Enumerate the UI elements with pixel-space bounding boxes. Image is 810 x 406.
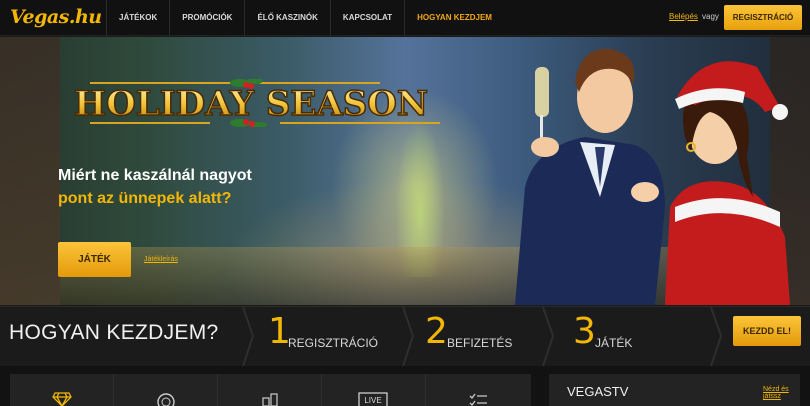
- hero-characters-illustration: [515, 48, 790, 305]
- vegastv-panel: VEGASTV Nézd és játssz: [549, 374, 800, 406]
- step-deposit: 2 BEFIZETÉS: [425, 311, 545, 361]
- register-button[interactable]: REGISZTRÁCIÓ: [724, 5, 802, 30]
- nav-item-contact[interactable]: KAPCSOLAT: [329, 0, 404, 36]
- step-label: BEFIZETÉS: [447, 336, 513, 350]
- site-logo[interactable]: Vegas.hu: [10, 6, 102, 28]
- nav-item-how-to-start[interactable]: HOGYAN KEZDJEM: [404, 0, 504, 36]
- main-menu: JÁTÉKOK PROMÓCIÓK ÉLŐ KASZINÓK KAPCSOLAT…: [106, 0, 504, 36]
- list-icon: [469, 393, 487, 406]
- step-label: REGISZTRÁCIÓ: [288, 336, 379, 350]
- login-link[interactable]: Belépés: [669, 12, 698, 21]
- or-label: vagy: [702, 12, 719, 21]
- category-slots[interactable]: [218, 374, 322, 406]
- category-jackpot[interactable]: [10, 374, 114, 406]
- step-label: JÁTÉK: [595, 336, 633, 350]
- step-divider: [402, 307, 414, 366]
- hero-subheadline: pont az ünnepek alatt?: [58, 190, 232, 207]
- nav-item-games[interactable]: JÁTÉKOK: [106, 0, 169, 36]
- step-divider: [242, 307, 254, 366]
- coins-icon: [262, 393, 278, 406]
- live-badge-text: LIVE: [364, 396, 381, 405]
- game-categories-panel: LIVE: [10, 374, 531, 406]
- watch-and-play-link[interactable]: Nézd és játssz: [763, 386, 800, 400]
- hero-banner: HOLIDAY SEASON Miért ne kaszálnál nagyot…: [0, 37, 810, 305]
- holiday-season-title: HOLIDAY SEASON: [73, 79, 440, 127]
- background-building-left: [0, 37, 60, 305]
- play-button[interactable]: JÁTÉK: [58, 242, 131, 277]
- step-divider: [542, 307, 554, 366]
- step-divider: [710, 307, 722, 366]
- hero-headline: Miért ne kaszálnál nagyot: [58, 167, 252, 184]
- how-to-start-title: HOGYAN KEZDJEM?: [9, 321, 219, 344]
- top-navigation: Vegas.hu JÁTÉKOK PROMÓCIÓK ÉLŐ KASZINÓK …: [0, 0, 810, 36]
- step-number: 2: [425, 311, 448, 352]
- start-now-button[interactable]: KEZDD EL!: [733, 316, 801, 346]
- category-list[interactable]: [426, 374, 530, 406]
- step-register: 1 REGISZTRÁCIÓ: [268, 311, 408, 361]
- nav-item-live-casinos[interactable]: ÉLŐ KASZINÓK: [244, 0, 329, 36]
- nav-item-promotions[interactable]: PROMÓCIÓK: [169, 0, 244, 36]
- how-to-start-bar: HOGYAN KEZDJEM? 1 REGISZTRÁCIÓ 2 BEFIZET…: [0, 306, 810, 366]
- live-icon: LIVE: [358, 392, 388, 406]
- vegastv-title: VEGASTV: [567, 384, 629, 399]
- chip-icon: [157, 393, 175, 406]
- category-table-games[interactable]: [114, 374, 218, 406]
- holiday-season-text: HOLIDAY SEASON: [74, 84, 428, 124]
- diamond-icon: [52, 392, 72, 406]
- category-live[interactable]: LIVE: [322, 374, 426, 406]
- game-description-link[interactable]: Játékleírás: [144, 256, 178, 263]
- step-number: 3: [573, 311, 596, 352]
- bottom-section: LIVE VEGASTV Nézd és játssz: [0, 366, 810, 406]
- step-play: 3 JÁTÉK: [573, 311, 653, 361]
